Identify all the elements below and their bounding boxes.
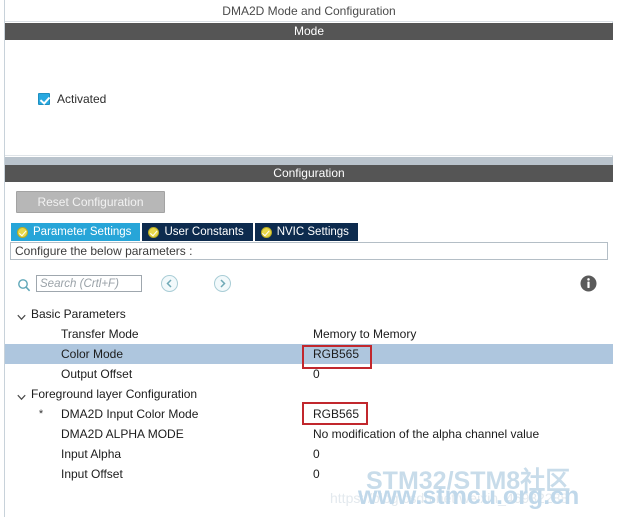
- tree-row-label: Output Offset: [61, 367, 133, 381]
- tab-nvic-settings-label: NVIC Settings: [276, 226, 349, 238]
- configuration-section-header: Configuration: [5, 165, 613, 182]
- configure-hint-bar: Configure the below parameters :: [10, 242, 608, 260]
- mode-section-header: Mode: [5, 23, 613, 40]
- search-icon: [17, 278, 31, 292]
- section-separator: [5, 157, 613, 165]
- tree-group-label: Basic Parameters: [31, 307, 126, 321]
- search-input[interactable]: [36, 275, 142, 292]
- search-toolbar: [5, 274, 613, 300]
- tree-group-foreground-layer-configuration[interactable]: Foreground layer Configuration: [5, 384, 613, 404]
- tab-user-constants[interactable]: User Constants: [142, 223, 253, 241]
- chevron-left-circle-icon[interactable]: [161, 275, 178, 292]
- configuration-panel: Reset Configuration Parameter Settings U…: [5, 182, 613, 517]
- activated-checkbox-row[interactable]: Activated: [38, 92, 106, 106]
- tree-row-transfer-mode[interactable]: Transfer Mode Memory to Memory: [5, 324, 613, 344]
- window-title: DMA2D Mode and Configuration: [5, 0, 613, 22]
- tree-row-dma2d-alpha-mode[interactable]: DMA2D ALPHA MODE No modification of the …: [5, 424, 613, 444]
- window-right-edge: [612, 0, 620, 517]
- tab-bar: Parameter Settings User Constants NVIC S…: [11, 223, 358, 241]
- check-circle-icon: [260, 226, 272, 238]
- tree-group-label: Foreground layer Configuration: [31, 387, 198, 401]
- dma2d-configuration-window: DMA2D Mode and Configuration Mode Activa…: [0, 0, 620, 517]
- tree-row-input-offset[interactable]: Input Offset 0: [5, 464, 613, 484]
- info-icon[interactable]: [580, 275, 597, 292]
- tree-row-value[interactable]: RGB565: [313, 344, 359, 364]
- activated-checkbox-label: Activated: [57, 92, 107, 106]
- tree-row-value: 0: [313, 367, 320, 381]
- reset-configuration-button[interactable]: Reset Configuration: [16, 191, 165, 213]
- check-circle-icon: [17, 226, 28, 238]
- tree-row-value[interactable]: RGB565: [313, 404, 359, 424]
- tree-row-value: 0: [313, 467, 320, 481]
- tree-row-value: Memory to Memory: [313, 327, 417, 341]
- parameter-tree: Basic Parameters Transfer Mode Memory to…: [5, 304, 613, 484]
- tree-group-basic-parameters[interactable]: Basic Parameters: [5, 304, 613, 324]
- tree-row-label: DMA2D Input Color Mode: [61, 407, 199, 421]
- tree-row-label: Input Offset: [61, 467, 123, 481]
- tree-row-value: No modification of the alpha channel val…: [313, 427, 540, 441]
- tree-row-label: DMA2D ALPHA MODE: [61, 427, 184, 441]
- tree-row-label: Transfer Mode: [61, 327, 139, 341]
- tree-row-label: Input Alpha: [61, 447, 122, 461]
- check-circle-icon: [148, 226, 160, 238]
- chevron-right-circle-icon[interactable]: [214, 275, 231, 292]
- tree-row-dma2d-input-color-mode[interactable]: * DMA2D Input Color Mode RGB565: [5, 404, 613, 424]
- tree-row-output-offset[interactable]: Output Offset 0: [5, 364, 613, 384]
- tab-user-constants-label: User Constants: [164, 226, 244, 238]
- chevron-down-icon[interactable]: [17, 390, 26, 401]
- checkbox-checked-icon[interactable]: [38, 93, 50, 105]
- tab-parameter-settings[interactable]: Parameter Settings: [11, 223, 141, 241]
- tree-row-label: Color Mode: [61, 347, 124, 361]
- tree-row-color-mode[interactable]: Color Mode RGB565: [5, 344, 613, 364]
- tree-row-value: 0: [313, 447, 320, 461]
- required-marker: *: [38, 408, 44, 420]
- tab-nvic-settings[interactable]: NVIC Settings: [254, 223, 358, 241]
- tree-row-input-alpha[interactable]: Input Alpha 0: [5, 444, 613, 464]
- chevron-down-icon[interactable]: [17, 310, 26, 321]
- mode-panel: Activated: [5, 40, 613, 156]
- tab-parameter-settings-label: Parameter Settings: [33, 226, 132, 238]
